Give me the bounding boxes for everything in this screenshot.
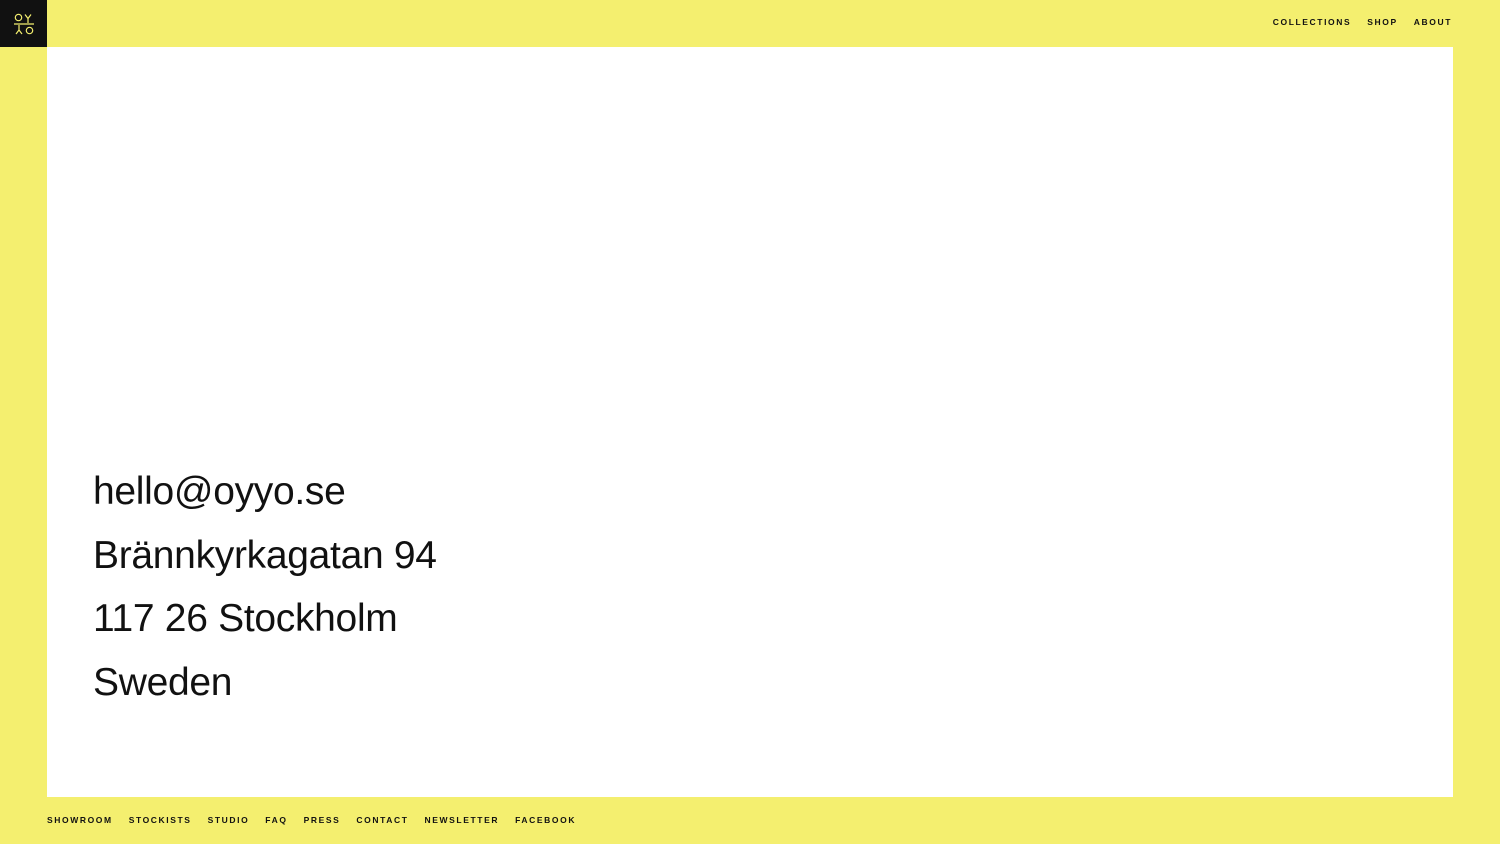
- footer-showroom[interactable]: SHOWROOM: [47, 815, 113, 825]
- nav-collections[interactable]: COLLECTIONS: [1273, 17, 1352, 27]
- footer-newsletter[interactable]: NEWSLETTER: [425, 815, 500, 825]
- content-panel: hello@oyyo.se Brännkyrkagatan 94 117 26 …: [47, 47, 1453, 797]
- footer-faq[interactable]: FAQ: [265, 815, 287, 825]
- footer-stockists[interactable]: STOCKISTS: [129, 815, 192, 825]
- footer-press[interactable]: PRESS: [304, 815, 341, 825]
- top-nav: COLLECTIONS SHOP ABOUT: [1273, 17, 1452, 27]
- nav-shop[interactable]: SHOP: [1367, 17, 1398, 27]
- footer-contact[interactable]: CONTACT: [356, 815, 408, 825]
- footer-studio[interactable]: STUDIO: [208, 815, 250, 825]
- contact-city: 117 26 Stockholm: [93, 597, 398, 640]
- contact-country: Sweden: [93, 660, 233, 704]
- logo[interactable]: [0, 0, 47, 47]
- oyyo-logo-icon: [13, 13, 34, 34]
- footer-nav: SHOWROOM STOCKISTS STUDIO FAQ PRESS CONT…: [47, 815, 576, 825]
- contact-street: Brännkyrkagatan 94: [93, 533, 437, 577]
- footer-facebook[interactable]: FACEBOOK: [515, 815, 576, 825]
- contact-block: hello@oyyo.se Brännkyrkagatan 94 117 26 …: [93, 460, 437, 714]
- contact-email-link[interactable]: hello@oyyo.se: [93, 460, 437, 524]
- nav-about[interactable]: ABOUT: [1414, 17, 1452, 27]
